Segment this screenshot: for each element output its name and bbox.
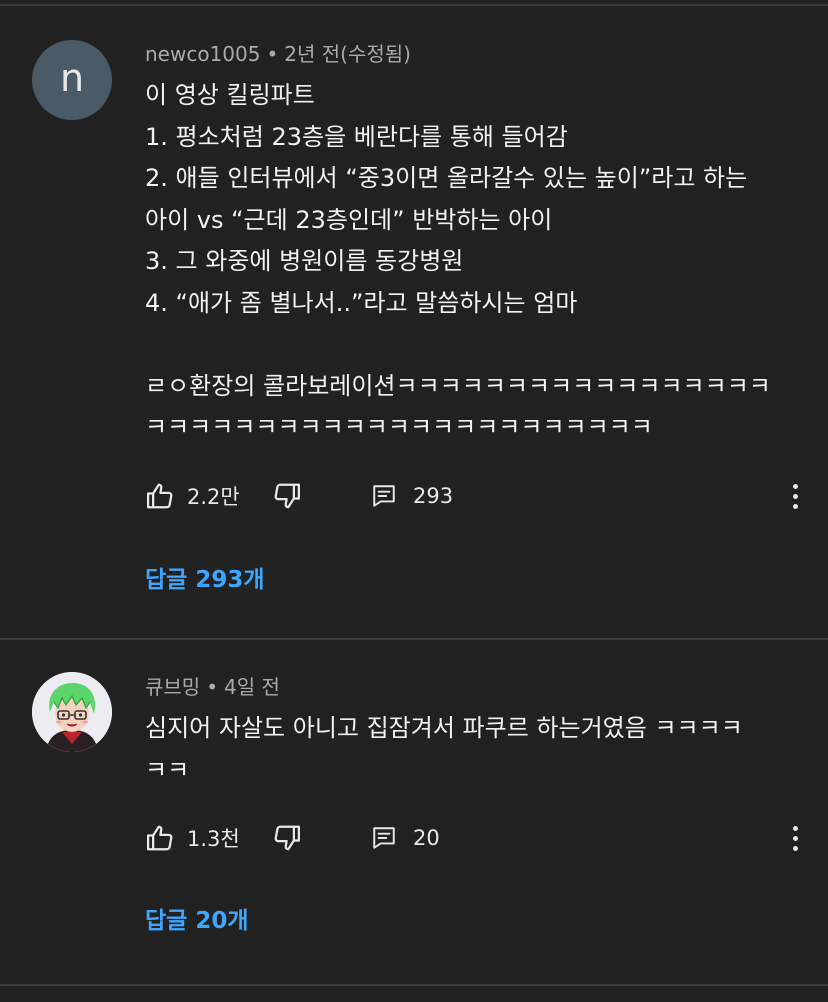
like-count: 1.3천 (187, 827, 240, 851)
meta-separator: • (206, 675, 218, 699)
comment-icon (373, 485, 395, 507)
avatar-letter: n (59, 56, 85, 100)
like-count: 2.2만 (187, 485, 240, 509)
comment-time[interactable]: 2년 전(수정됨) (284, 42, 411, 66)
comment-actions: 2.2만 293 (145, 478, 805, 514)
thumbs-up-icon (147, 825, 173, 851)
avatar[interactable]: n (32, 40, 112, 120)
comment-icon (373, 827, 395, 849)
reply-button[interactable]: 20 (371, 820, 440, 856)
comment-text: 심지어 자살도 아니고 집잠겨서 파쿠르 하는거였음 ㅋㅋㅋㅋ ㅋㅋ (145, 714, 743, 784)
replies-button[interactable]: 답글 293개 (145, 564, 265, 596)
thumbs-down-icon (274, 483, 300, 509)
meta-separator: • (266, 42, 279, 66)
author-name[interactable]: 큐브밍 (145, 675, 200, 699)
comment-time[interactable]: 4일 전 (224, 675, 280, 699)
comment-actions: 1.3천 20 (145, 820, 805, 856)
comment-divider (0, 638, 828, 640)
dislike-button[interactable] (272, 820, 302, 856)
like-button[interactable]: 2.2만 (145, 478, 240, 514)
comment-meta: newco1005 • 2년 전(수정됨) (145, 40, 411, 68)
thumbs-up-icon (147, 483, 173, 509)
dislike-button[interactable] (272, 478, 302, 514)
thumbs-down-icon (274, 825, 300, 851)
more-vert-icon[interactable] (785, 820, 805, 856)
reply-count: 20 (413, 826, 440, 850)
replies-button[interactable]: 답글 20개 (145, 905, 249, 937)
cartoon-avatar-icon (32, 672, 112, 752)
like-button[interactable]: 1.3천 (145, 820, 240, 856)
comment-meta: 큐브밍 • 4일 전 (145, 673, 280, 701)
more-vert-icon[interactable] (785, 478, 805, 514)
top-divider (0, 4, 828, 6)
author-name[interactable]: newco1005 (145, 42, 260, 66)
reply-button[interactable]: 293 (371, 478, 453, 514)
bottom-divider (0, 984, 828, 986)
comment-text: 이 영상 킬링파트 1. 평소처럼 23층을 베란다를 통해 들어감 2. 애들… (145, 81, 771, 441)
avatar[interactable] (32, 672, 112, 752)
reply-count: 293 (413, 484, 454, 508)
